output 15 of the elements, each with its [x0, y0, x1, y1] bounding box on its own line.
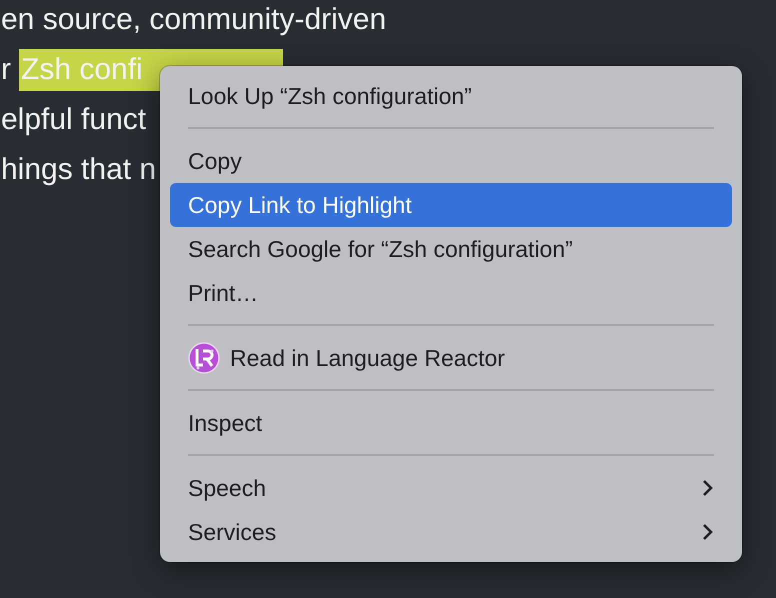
body-text: en source, community-driven — [1, 3, 386, 37]
menu-item[interactable]: Search Google for “Zsh configuration” — [170, 227, 732, 271]
reactor-logo-icon — [188, 342, 220, 374]
menu-item[interactable]: Copy Link to Highlight — [170, 183, 732, 227]
body-text: hings that n — [1, 153, 156, 187]
menu-item[interactable]: Print… — [170, 271, 732, 315]
menu-item[interactable]: Speech — [170, 466, 732, 510]
menu-item[interactable]: Read in Language Reactor — [170, 336, 732, 380]
body-text: r — [1, 53, 11, 87]
menu-item[interactable]: Services — [170, 510, 732, 554]
menu-item[interactable]: Copy — [170, 139, 732, 183]
chevron-right-icon — [702, 523, 714, 541]
body-text: elpful funct — [1, 103, 146, 137]
menu-item[interactable]: Inspect — [170, 401, 732, 445]
chevron-right-icon — [702, 479, 714, 497]
